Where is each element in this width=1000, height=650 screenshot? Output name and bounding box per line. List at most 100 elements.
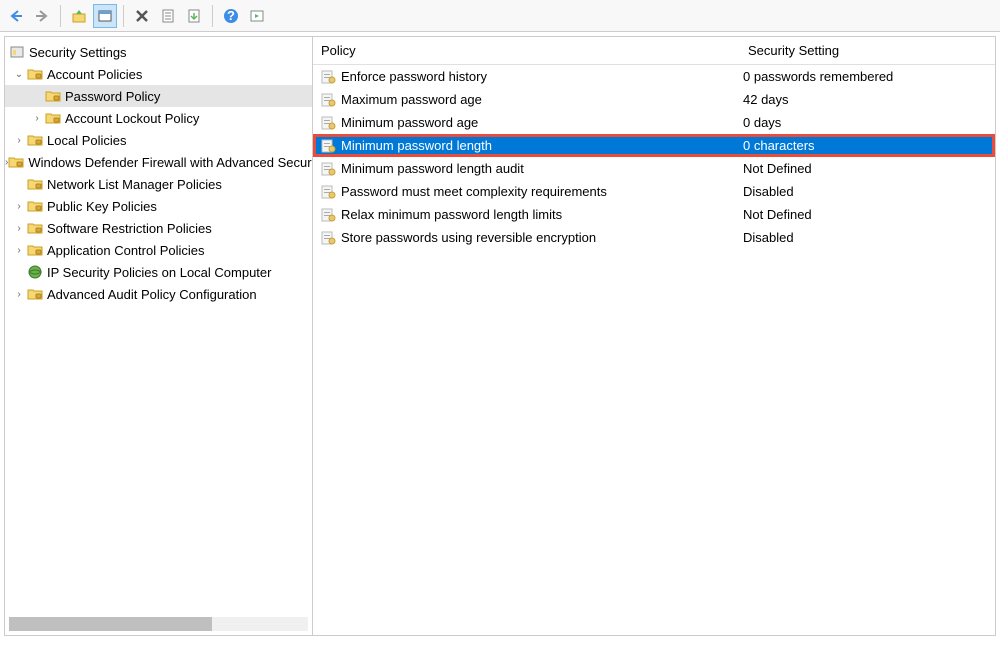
policy-setting: Not Defined: [743, 161, 995, 176]
up-button[interactable]: [67, 4, 91, 28]
policy-setting: 0 passwords remembered: [743, 69, 995, 84]
tree-label: Password Policy: [61, 89, 160, 104]
policy-list-panel: Policy Security Setting Enforce password…: [313, 37, 995, 635]
policy-icon: [319, 137, 337, 155]
tree-item-network-list-manager-policies[interactable]: Network List Manager Policies: [5, 173, 312, 195]
folder-icon: [27, 287, 43, 301]
toolbar-divider: [123, 5, 124, 27]
tree-item-account-policies[interactable]: ⌄ Account Policies: [5, 63, 312, 85]
folder-icon: [27, 221, 43, 235]
policy-name: Enforce password history: [341, 69, 743, 84]
policy-row-minimum-password-length-audit[interactable]: Minimum password length auditNot Defined: [313, 157, 995, 180]
tree-label: Security Settings: [25, 45, 127, 60]
policy-icon: [319, 229, 337, 247]
tree-label: Application Control Policies: [43, 243, 205, 258]
tree-item-public-key-policies[interactable]: › Public Key Policies: [5, 195, 312, 217]
tree-item-local-policies[interactable]: › Local Policies: [5, 129, 312, 151]
tree-label: Public Key Policies: [43, 199, 157, 214]
tree-root-security-settings[interactable]: Security Settings: [5, 41, 312, 63]
delete-button[interactable]: [130, 4, 154, 28]
tree-label: IP Security Policies on Local Computer: [43, 265, 271, 280]
tree-item-advanced-audit-policy-configuration[interactable]: ›Advanced Audit Policy Configuration: [5, 283, 312, 305]
tree-item-application-control-policies[interactable]: › Application Control Policies: [5, 239, 312, 261]
policy-row-store-passwords-using-reversible-encryption[interactable]: Store passwords using reversible encrypt…: [313, 226, 995, 249]
expand-arrow-icon[interactable]: ›: [11, 220, 27, 236]
folder-icon: [27, 177, 43, 191]
toolbar-divider: [60, 5, 61, 27]
policy-icon: [319, 91, 337, 109]
folder-icon: [45, 111, 61, 125]
policy-row-maximum-password-age[interactable]: Maximum password age42 days: [313, 88, 995, 111]
column-header-security-setting[interactable]: Security Setting: [743, 43, 995, 58]
folder-icon: [8, 155, 24, 169]
expand-arrow-icon[interactable]: ›: [11, 242, 27, 258]
action-icon: [249, 8, 265, 24]
column-headers: Policy Security Setting: [313, 37, 995, 65]
export-icon: [186, 8, 202, 24]
policy-name: Minimum password age: [341, 115, 743, 130]
tree-item-windows-defender-firewall-with-advanced-security[interactable]: ›Windows Defender Firewall with Advanced…: [5, 151, 312, 173]
expand-arrow-icon[interactable]: ⌄: [11, 66, 27, 82]
policy-row-enforce-password-history[interactable]: Enforce password history0 passwords reme…: [313, 65, 995, 88]
horizontal-scrollbar[interactable]: [9, 617, 308, 631]
policy-setting: Disabled: [743, 230, 995, 245]
policy-setting: 42 days: [743, 92, 995, 107]
tree-item-password-policy[interactable]: Password Policy: [5, 85, 312, 107]
expand-arrow-icon[interactable]: ›: [11, 286, 27, 302]
tree-label: Windows Defender Firewall with Advanced …: [24, 155, 312, 170]
panel-icon: [97, 8, 113, 24]
expand-arrow-icon[interactable]: [29, 88, 45, 104]
tree-label: Local Policies: [43, 133, 127, 148]
main-panel: Security Settings ⌄ Account Policies Passw…: [4, 36, 996, 636]
action-button[interactable]: [245, 4, 269, 28]
policy-icon: [319, 68, 337, 86]
folder-icon: [27, 199, 43, 213]
policy-name: Maximum password age: [341, 92, 743, 107]
policy-icon: [319, 160, 337, 178]
tree: Security Settings ⌄ Account Policies Passw…: [5, 37, 312, 309]
folder-icon: [27, 133, 43, 147]
help-icon: ?: [223, 8, 239, 24]
policy-row-minimum-password-age[interactable]: Minimum password age0 days: [313, 111, 995, 134]
policy-setting: 0 days: [743, 115, 995, 130]
export-button[interactable]: [182, 4, 206, 28]
show-hide-button[interactable]: [93, 4, 117, 28]
expand-arrow-icon[interactable]: ›: [29, 110, 45, 126]
folder-icon: [27, 67, 43, 81]
folder-icon: [45, 89, 61, 103]
policy-name: Store passwords using reversible encrypt…: [341, 230, 743, 245]
tree-label: Account Lockout Policy: [61, 111, 199, 126]
expand-arrow-icon[interactable]: [11, 264, 27, 280]
help-button[interactable]: ?: [219, 4, 243, 28]
policy-name: Minimum password length: [341, 138, 743, 153]
policy-setting: Disabled: [743, 184, 995, 199]
policy-row-relax-minimum-password-length-limits[interactable]: Relax minimum password length limitsNot …: [313, 203, 995, 226]
folder-icon: [27, 243, 43, 257]
tree-label: Account Policies: [43, 67, 142, 82]
properties-button[interactable]: [156, 4, 180, 28]
policy-icon: [319, 206, 337, 224]
back-arrow-icon: [8, 8, 24, 24]
expand-arrow-icon[interactable]: ›: [11, 132, 27, 148]
up-folder-icon: [71, 8, 87, 24]
policy-row-password-must-meet-complexity-requirements[interactable]: Password must meet complexity requiremen…: [313, 180, 995, 203]
tree-label: Software Restriction Policies: [43, 221, 212, 236]
column-header-policy[interactable]: Policy: [313, 43, 743, 58]
policy-setting: 0 characters: [743, 138, 995, 153]
expand-arrow-icon[interactable]: [11, 176, 27, 192]
folder-icon: [27, 265, 43, 279]
security-settings-icon: [9, 45, 25, 59]
scrollbar-thumb[interactable]: [9, 617, 212, 631]
forward-button[interactable]: [30, 4, 54, 28]
svg-text:?: ?: [227, 8, 235, 23]
expand-arrow-icon[interactable]: ›: [11, 198, 27, 214]
policy-row-minimum-password-length[interactable]: Minimum password length0 characters: [313, 134, 995, 157]
toolbar-divider: [212, 5, 213, 27]
tree-item-software-restriction-policies[interactable]: › Software Restriction Policies: [5, 217, 312, 239]
back-button[interactable]: [4, 4, 28, 28]
properties-icon: [160, 8, 176, 24]
forward-arrow-icon: [34, 8, 50, 24]
tree-item-ip-security-policies-on-local-computer[interactable]: IP Security Policies on Local Computer: [5, 261, 312, 283]
tree-item-account-lockout-policy[interactable]: › Account Lockout Policy: [5, 107, 312, 129]
policy-name: Relax minimum password length limits: [341, 207, 743, 222]
